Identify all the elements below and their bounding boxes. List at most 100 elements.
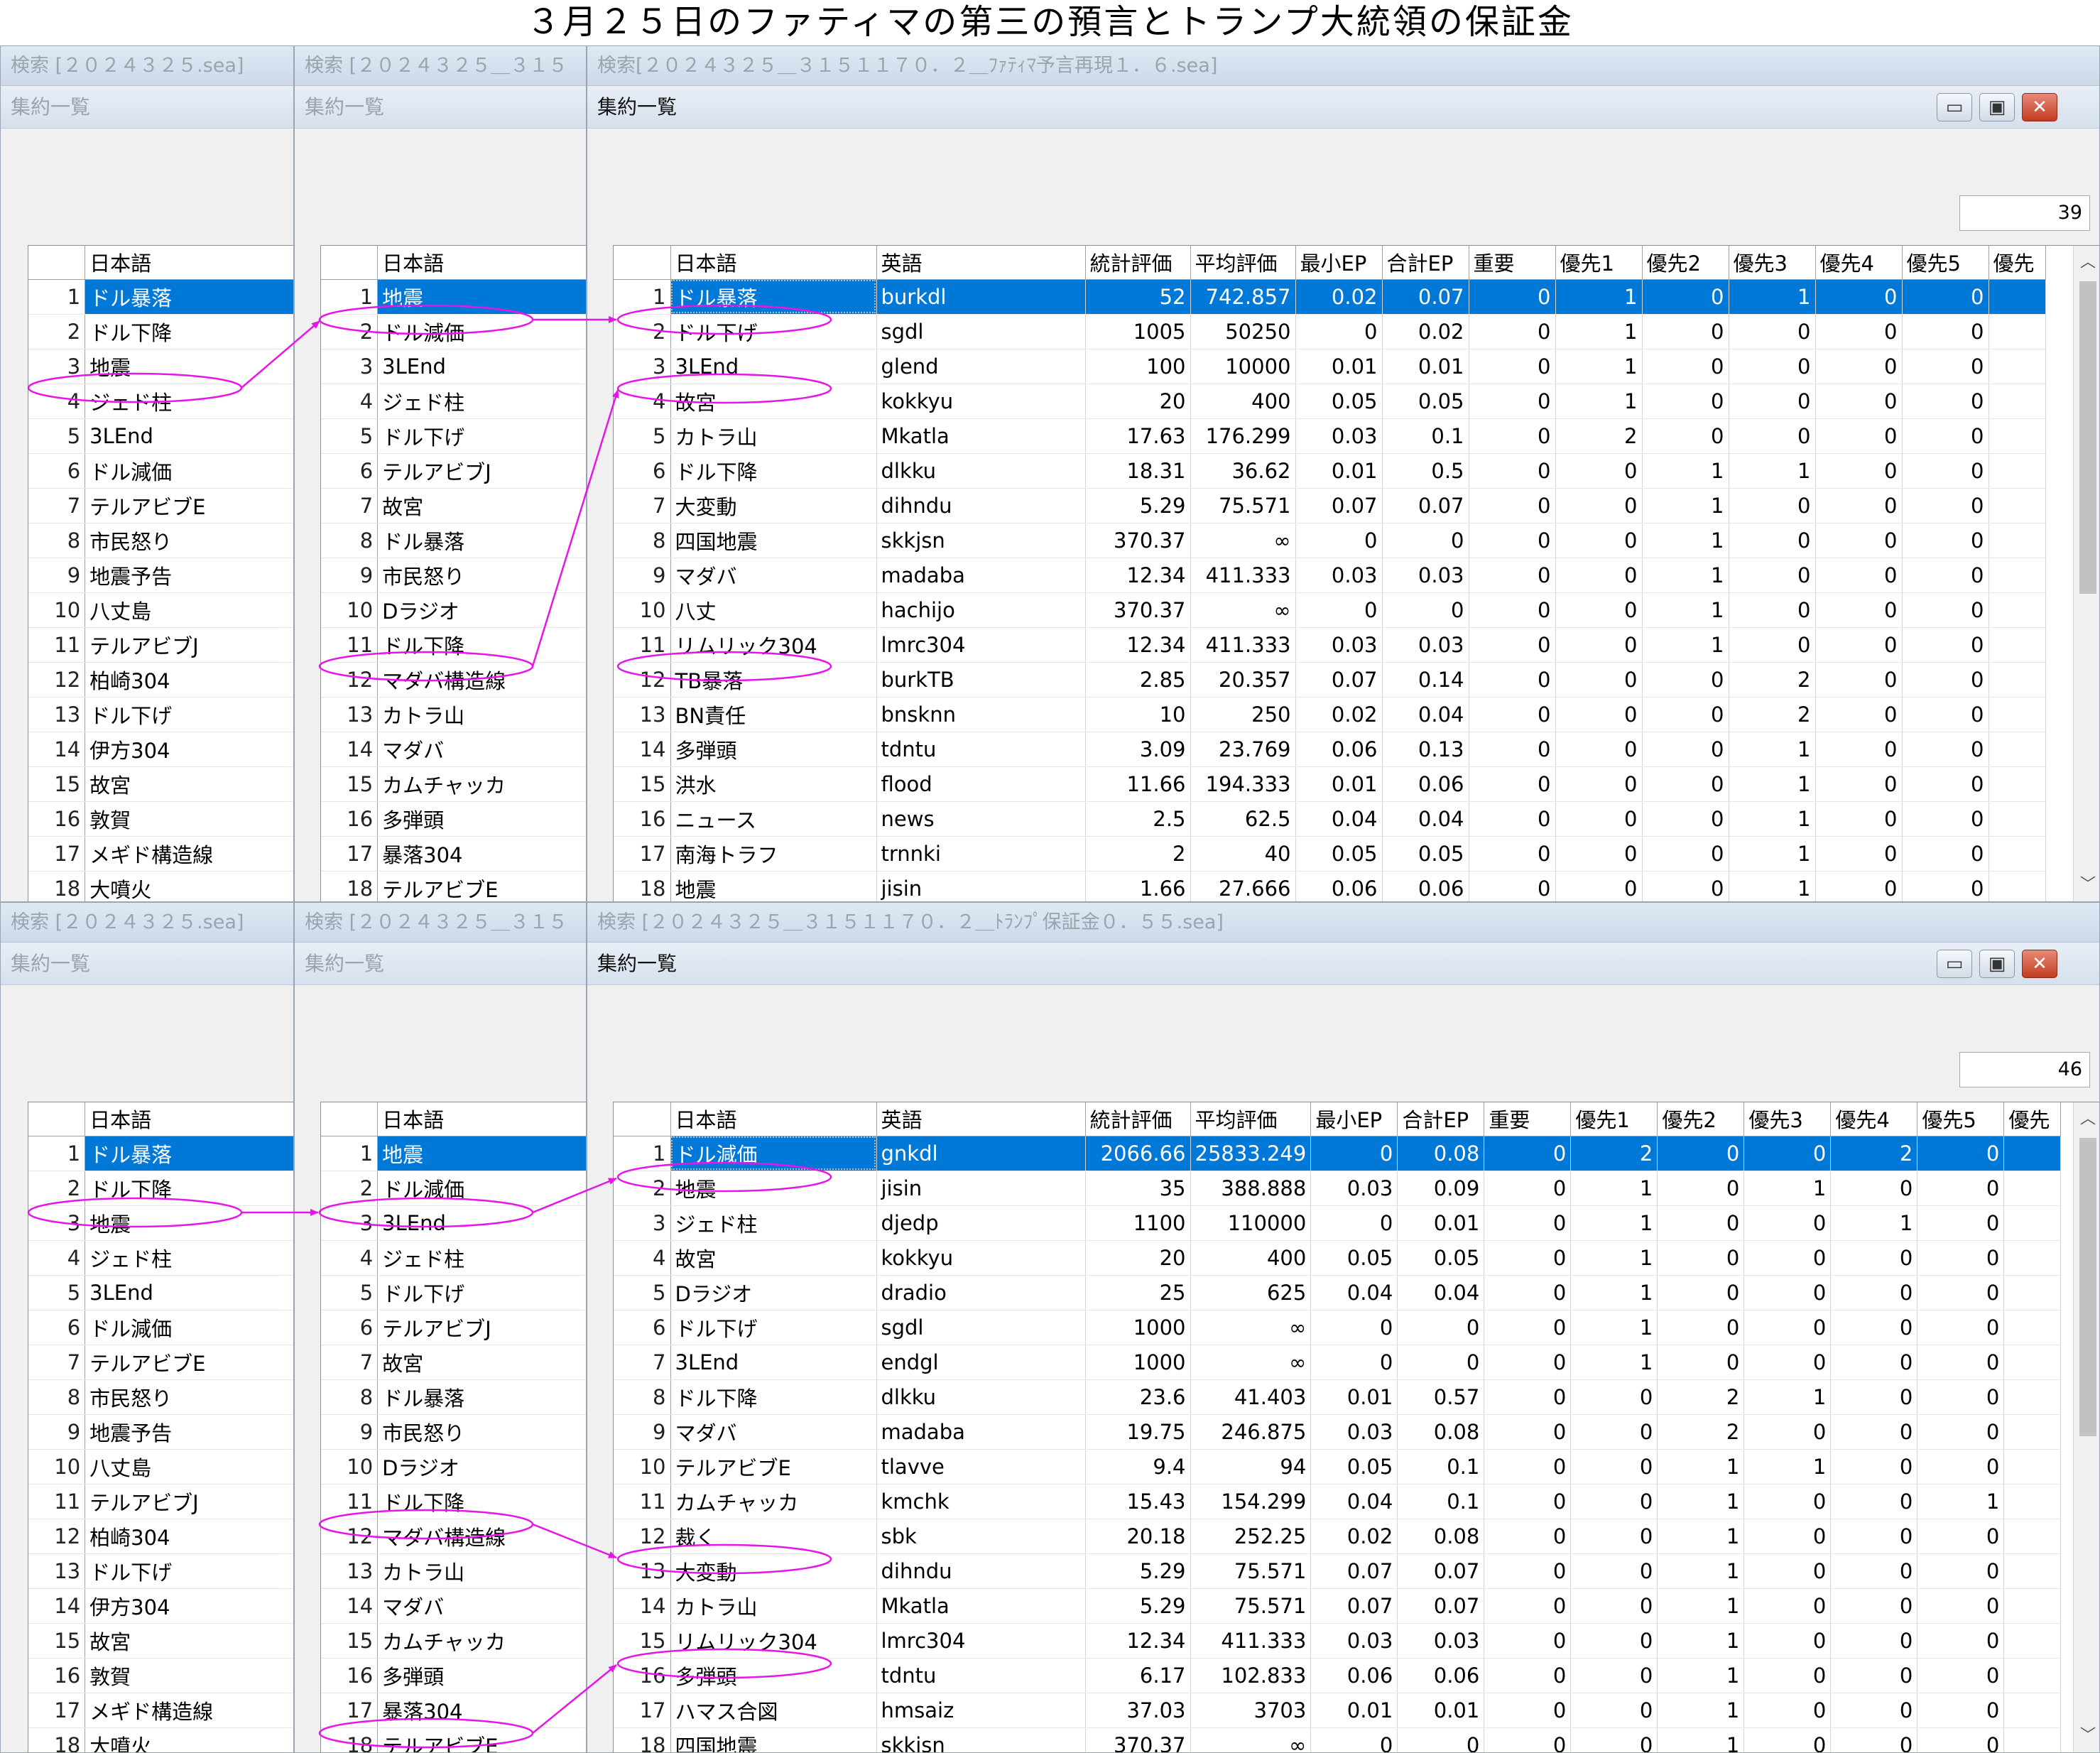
cell-value[interactable]: 0.09 bbox=[1397, 1171, 1485, 1206]
row-number[interactable]: 6 bbox=[321, 453, 379, 489]
cell-value[interactable]: 0 bbox=[1902, 836, 1989, 872]
row-number[interactable]: 11 bbox=[321, 627, 379, 663]
cell-value[interactable]: 0 bbox=[1902, 627, 1989, 663]
cell-value[interactable]: 0 bbox=[1902, 279, 1989, 315]
table-row[interactable]: 16 多弾頭 bbox=[321, 801, 586, 837]
cell-value[interactable]: 0.1 bbox=[1397, 1449, 1485, 1485]
cell-japanese[interactable]: 伊方304 bbox=[85, 1588, 293, 1624]
table-row[interactable]: 4 ジェド柱 bbox=[28, 384, 293, 419]
cell-japanese[interactable]: BN責任 bbox=[670, 697, 877, 732]
cell-value[interactable]: 0 bbox=[1917, 1345, 2005, 1380]
cell-value[interactable]: 0.04 bbox=[1295, 801, 1383, 837]
cell-value[interactable]: 0 bbox=[1469, 836, 1556, 872]
cell-value[interactable]: 0 bbox=[1743, 1727, 1832, 1752]
cell-value[interactable]: 1 bbox=[1642, 592, 1729, 628]
cell-japanese[interactable]: 3LEnd bbox=[670, 349, 877, 384]
row-number[interactable]: 3 bbox=[321, 1205, 379, 1241]
cell-value[interactable]: 250 bbox=[1190, 697, 1296, 732]
cell-value[interactable]: 0 bbox=[1830, 1727, 1918, 1752]
cell-japanese[interactable]: 大噴火 bbox=[85, 1727, 293, 1752]
cell-value[interactable]: 0 bbox=[1743, 1136, 1832, 1171]
row-number[interactable]: 3 bbox=[28, 349, 86, 384]
cell-english[interactable]: endgl bbox=[876, 1345, 1086, 1380]
row-number[interactable]: 2 bbox=[28, 1171, 86, 1206]
cell-value[interactable]: 0 bbox=[1815, 314, 1903, 349]
cell-value[interactable]: 9.4 bbox=[1085, 1449, 1191, 1485]
cell-english[interactable]: kokkyu bbox=[876, 1240, 1086, 1276]
column-header[interactable]: 優先4 bbox=[1815, 246, 1903, 280]
search-window-top-2[interactable]: 検索 [２０２４３２５＿３１５ 集約一覧 日本語 1 地震 2 ドル減価 3 3LEnd 4… bbox=[294, 45, 587, 902]
row-number[interactable]: 5 bbox=[28, 1275, 86, 1310]
cell-value[interactable]: 0 bbox=[1830, 1240, 1918, 1276]
cell-japanese[interactable]: ドル下降 bbox=[85, 1171, 293, 1206]
table-row[interactable]: 14 多弾頭 tdntu 3.09 23.769 0.06 0.13 0 0 0 1 0 0 bbox=[614, 732, 2046, 767]
cell-value[interactable]: 0.03 bbox=[1382, 558, 1469, 593]
cell-value[interactable]: 0 bbox=[1642, 732, 1729, 767]
row-number[interactable]: 3 bbox=[614, 349, 671, 384]
cell-japanese[interactable]: リムリック304 bbox=[670, 1623, 877, 1659]
row-number[interactable]: 3 bbox=[614, 1205, 671, 1241]
cell-english[interactable]: gnkdl bbox=[876, 1136, 1086, 1171]
cell-value[interactable]: 0 bbox=[1917, 1171, 2005, 1206]
cell-value[interactable]: 0.01 bbox=[1295, 453, 1383, 489]
row-number[interactable]: 9 bbox=[614, 558, 671, 593]
table-row[interactable]: 8 四国地震 skkjsn 370.37 ∞ 0 0 0 0 1 0 0 0 bbox=[614, 523, 2046, 558]
cell-value[interactable]: 0 bbox=[1917, 1553, 2005, 1589]
cell-value[interactable]: 0 bbox=[1642, 384, 1729, 419]
cell-value[interactable]: 0 bbox=[1469, 453, 1556, 489]
cell-japanese[interactable]: ドル減価 bbox=[670, 1136, 877, 1171]
cell-japanese[interactable]: 地震 bbox=[85, 349, 293, 384]
row-number[interactable]: 9 bbox=[28, 558, 86, 593]
table-row[interactable]: 14 マダバ bbox=[321, 1588, 586, 1624]
cell-value[interactable]: 1 bbox=[1657, 1693, 1745, 1728]
row-number[interactable]: 2 bbox=[28, 314, 86, 349]
cell-japanese[interactable]: ニュース bbox=[670, 801, 877, 837]
cell-english[interactable]: skkjsn bbox=[876, 1727, 1086, 1752]
cell-value[interactable]: 0 bbox=[1295, 314, 1383, 349]
table-row[interactable]: 6 テルアビブJ bbox=[321, 1310, 586, 1345]
cell-japanese[interactable]: 地震予告 bbox=[85, 558, 293, 593]
row-number[interactable]: 4 bbox=[28, 1240, 86, 1276]
cell-value[interactable]: 1 bbox=[1830, 1205, 1918, 1241]
table-row[interactable]: 13 カトラ山 bbox=[321, 1553, 586, 1589]
cell-value[interactable]: 370.37 bbox=[1085, 523, 1191, 558]
search-window-top-main[interactable]: 検索[２０２４３２５＿３１５１１７０．２＿ﾌｧﾃｨﾏ予言再現１．６.sea] 集… bbox=[587, 45, 2100, 902]
cell-japanese[interactable]: 地震 bbox=[377, 279, 586, 315]
table-row[interactable]: 12 裁く sbk 20.18 252.25 0.02 0.08 0 0 1 0 0 0 bbox=[614, 1519, 2062, 1554]
cell-value[interactable]: 0.5 bbox=[1382, 453, 1469, 489]
cell-value[interactable]: 0 bbox=[1743, 1310, 1832, 1345]
table-row[interactable]: 15 リムリック304 lmrc304 12.34 411.333 0.03 0.03 0 0 1… bbox=[614, 1623, 2062, 1659]
cell-japanese[interactable]: 市民怒り bbox=[85, 1379, 293, 1415]
cell-value[interactable]: 0 bbox=[1743, 1658, 1832, 1693]
cell-value[interactable]: 0 bbox=[1830, 1310, 1918, 1345]
table-row[interactable]: 5 3LEnd bbox=[28, 418, 293, 454]
cell-value[interactable]: 0 bbox=[1830, 1449, 1918, 1485]
table-row[interactable]: 16 敦賀 bbox=[28, 1658, 293, 1693]
table-row[interactable]: 3 地震 bbox=[28, 349, 293, 384]
cell-value[interactable]: 0 bbox=[1642, 766, 1729, 802]
row-number[interactable]: 7 bbox=[321, 1345, 379, 1380]
table-row[interactable]: 17 南海トラフ trnnki 2 40 0.05 0.05 0 0 0 1 0 0 bbox=[614, 836, 2046, 872]
cell-value[interactable]: 0 bbox=[1570, 1693, 1658, 1728]
cell-japanese[interactable]: ドル減価 bbox=[377, 314, 586, 349]
cell-value[interactable]: 400 bbox=[1190, 384, 1296, 419]
cell-value[interactable]: 0.07 bbox=[1310, 1553, 1398, 1589]
cell-value[interactable]: 0.02 bbox=[1310, 1519, 1398, 1554]
row-number[interactable]: 6 bbox=[321, 1310, 379, 1345]
cell-value[interactable]: 0 bbox=[1917, 1623, 2005, 1659]
cell-value[interactable]: 0 bbox=[1570, 1519, 1658, 1554]
cell-japanese[interactable]: マダバ構造線 bbox=[377, 1519, 586, 1554]
row-number[interactable]: 4 bbox=[28, 384, 86, 419]
column-header[interactable]: 優先3 bbox=[1729, 246, 1816, 280]
table-row[interactable]: 6 ドル減価 bbox=[28, 1310, 293, 1345]
cell-value[interactable]: 0.07 bbox=[1382, 279, 1469, 315]
table-row[interactable]: 17 暴落304 bbox=[321, 1693, 586, 1728]
cell-value[interactable]: 0 bbox=[1729, 627, 1816, 663]
row-number[interactable]: 17 bbox=[28, 1693, 86, 1728]
cell-value[interactable]: 0.05 bbox=[1310, 1449, 1398, 1485]
cell-value[interactable]: 20 bbox=[1085, 1240, 1191, 1276]
cell-value[interactable]: ∞ bbox=[1190, 1345, 1312, 1380]
cell-value[interactable]: 50250 bbox=[1190, 314, 1296, 349]
cell-value[interactable]: 0 bbox=[1484, 1310, 1572, 1345]
cell-japanese[interactable]: 故宮 bbox=[670, 1240, 877, 1276]
